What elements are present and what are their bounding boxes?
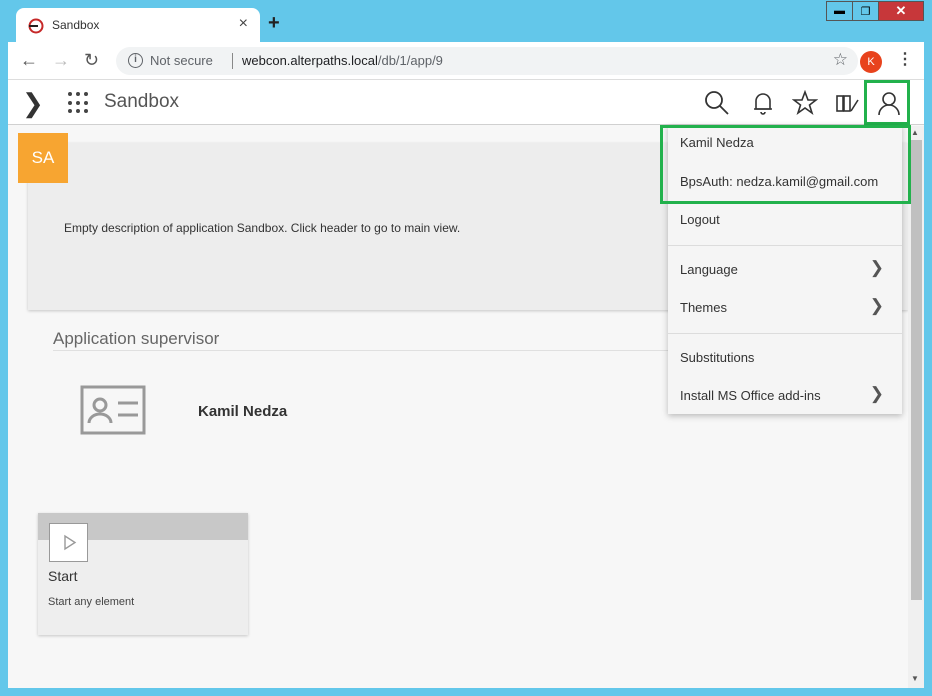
webcon-favicon-icon	[28, 18, 44, 34]
omnibox-divider	[232, 53, 233, 69]
install-office-chevron-icon: ❯	[869, 384, 884, 403]
contact-card-icon	[80, 385, 146, 435]
start-tile[interactable]: Start Start any element	[38, 513, 248, 635]
back-arrow-icon[interactable]: ←	[20, 50, 38, 71]
window-titlebar: Sandbox × + ▬ ❐ ✕	[0, 0, 932, 42]
menu-divider	[668, 333, 902, 334]
menu-themes[interactable]: Themes	[680, 300, 727, 315]
security-label[interactable]: Not secure	[150, 53, 213, 68]
vertical-scrollbar[interactable]: ▲ ▼	[908, 126, 924, 688]
url-host: webcon.alterpaths.local	[242, 53, 378, 68]
scroll-down-icon[interactable]: ▼	[911, 674, 919, 683]
url-path: /db/1/app/9	[377, 53, 443, 68]
supervisor-name[interactable]: Kamil Nedza	[198, 403, 287, 420]
reports-edit-icon[interactable]	[834, 90, 860, 116]
scroll-up-icon[interactable]: ▲	[911, 128, 919, 137]
app-header: ❯ Sandbox	[8, 80, 924, 125]
forward-arrow-icon[interactable]: →	[52, 50, 70, 71]
notifications-bell-icon[interactable]	[750, 90, 776, 116]
play-icon	[49, 523, 88, 562]
menu-install-office[interactable]: Install MS Office add-ins	[680, 388, 821, 403]
tab-close-icon[interactable]: ×	[239, 15, 248, 33]
favorites-star-icon[interactable]	[792, 90, 818, 116]
tab-title: Sandbox	[52, 18, 100, 32]
maximize-button[interactable]: ❐	[852, 1, 879, 21]
reload-icon[interactable]: ↻	[84, 50, 99, 71]
close-window-button[interactable]: ✕	[878, 1, 924, 21]
browser-toolbar: ← → ↻ i Not secure webcon.alterpaths.loc…	[8, 42, 924, 80]
themes-chevron-icon: ❯	[869, 296, 884, 315]
app-title[interactable]: Sandbox	[104, 91, 179, 113]
supervisor-heading: Application supervisor	[53, 329, 220, 348]
minimize-button[interactable]: ▬	[826, 1, 853, 21]
user-info-highlight	[660, 125, 911, 204]
address-bar[interactable]: i Not secure webcon.alterpaths.local/db/…	[116, 47, 858, 75]
start-tile-title: Start	[48, 568, 78, 584]
url-text[interactable]: webcon.alterpaths.local/db/1/app/9	[242, 53, 443, 68]
app-description: Empty description of application Sandbox…	[64, 221, 461, 235]
menu-substitutions[interactable]: Substitutions	[680, 350, 754, 365]
profile-avatar[interactable]: K	[860, 51, 882, 73]
browser-menu-icon[interactable]: ⋮	[897, 49, 913, 69]
menu-logout[interactable]: Logout	[680, 212, 720, 227]
menu-language[interactable]: Language	[680, 262, 738, 277]
expand-nav-icon[interactable]: ❯	[22, 88, 44, 119]
app-launcher-icon[interactable]	[68, 92, 90, 114]
info-icon[interactable]: i	[128, 53, 143, 68]
window-controls: ▬ ❐ ✕	[826, 1, 924, 21]
menu-divider	[668, 245, 902, 246]
new-tab-button[interactable]: +	[268, 12, 280, 35]
browser-tab[interactable]: Sandbox ×	[16, 8, 260, 42]
search-icon[interactable]	[704, 90, 730, 116]
start-tile-subtitle: Start any element	[48, 596, 135, 608]
scrollbar-thumb[interactable]	[911, 140, 922, 600]
app-badge: SA	[18, 133, 68, 183]
app-viewport: ❯ Sandbox Empty description of applicati…	[8, 80, 924, 688]
user-profile-icon[interactable]	[876, 90, 902, 116]
bookmark-star-icon[interactable]: ☆	[833, 50, 848, 70]
language-chevron-icon: ❯	[869, 258, 884, 277]
